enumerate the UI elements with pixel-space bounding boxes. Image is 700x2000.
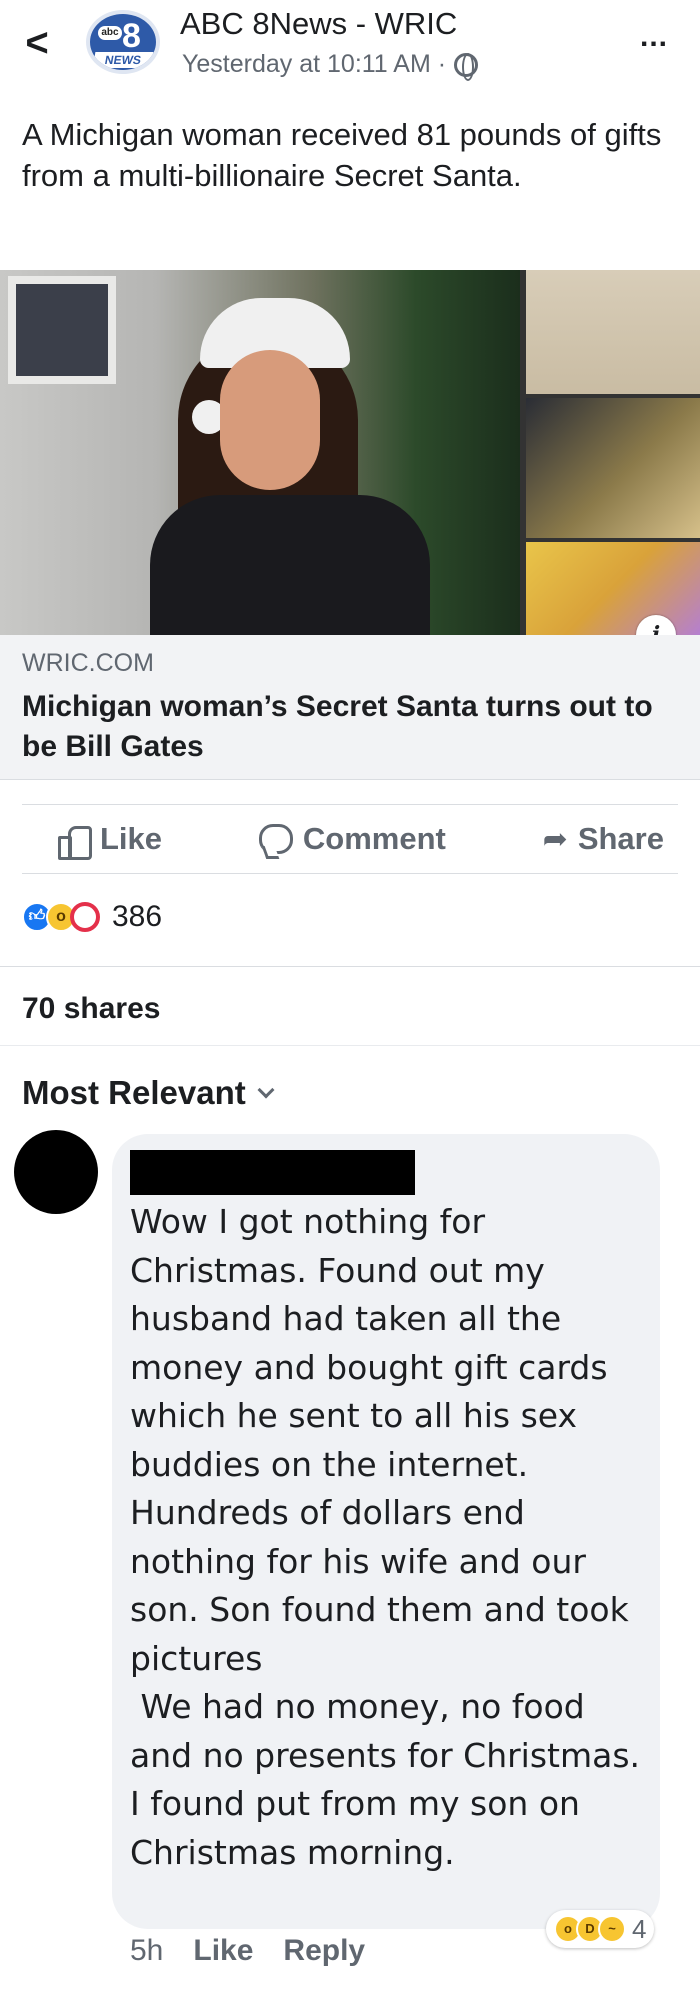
comment-text: Wow I got nothing for Christmas. Found o…	[130, 1202, 641, 1872]
main-photo	[0, 270, 520, 635]
reactions-summary[interactable]: 👍︎ o 386	[22, 900, 162, 934]
comment-bubble-icon	[258, 824, 293, 854]
love-reaction-icon	[70, 902, 100, 932]
link-caption[interactable]: WRIC.COM Michigan woman’s Secret Santa t…	[0, 635, 700, 780]
page-avatar-logo[interactable]: abc 8 NEWS	[86, 10, 160, 74]
post-header: < abc 8 NEWS ABC 8News - WRIC Yesterday …	[0, 0, 700, 100]
photo-person-shirt	[150, 495, 430, 635]
comment-reaction-count: 4	[632, 1913, 647, 1944]
commenter-avatar[interactable]	[14, 1130, 98, 1214]
redacted-commenter-name	[130, 1150, 415, 1195]
comment-meta: 5h Like Reply	[130, 1934, 365, 1968]
photo-person-face	[220, 350, 320, 490]
link-title: Michigan woman’s Secret Santa turns out …	[22, 690, 653, 763]
logo-news-text: NEWS	[92, 52, 154, 68]
thumbs-up-icon	[58, 824, 92, 860]
wall-frame-decoration	[8, 276, 116, 384]
comment-reactions[interactable]: o D ~ 4	[546, 1910, 655, 1948]
link-domain: WRIC.COM	[22, 649, 154, 677]
globe-icon	[454, 52, 479, 81]
link-preview-image[interactable]	[0, 270, 700, 635]
post-action-bar: Like Comment ➦ Share	[22, 804, 678, 874]
reaction-icons: 👍︎ o	[22, 902, 100, 932]
reaction-count: 386	[112, 900, 163, 933]
chevron-down-icon	[257, 1081, 275, 1099]
logo-number-text: 8	[122, 17, 141, 55]
comment-like-button[interactable]: Like	[193, 1934, 253, 1968]
post-timestamp-row: Yesterday at 10:11 AM ·	[182, 50, 479, 81]
back-button[interactable]: <	[22, 18, 52, 68]
share-button[interactable]: ➦ Share	[543, 821, 664, 857]
page-name-link[interactable]: ABC 8News - WRIC	[180, 6, 457, 42]
post-text: A Michigan woman received 81 pounds of g…	[22, 117, 662, 193]
comment-button[interactable]: Comment	[258, 821, 446, 857]
like-label: Like	[100, 821, 163, 856]
more-options-button[interactable]: ...	[640, 20, 668, 54]
gift-cards-photo	[526, 542, 700, 635]
letter-photo	[526, 270, 700, 394]
comment-time[interactable]: 5h	[130, 1934, 163, 1968]
logo-abc-text: abc	[98, 26, 122, 40]
divider	[0, 966, 700, 967]
divider	[0, 1045, 700, 1046]
share-arrow-icon: ➦	[542, 822, 568, 856]
post-timestamp[interactable]: Yesterday at 10:11 AM ·	[182, 50, 446, 79]
sort-label: Most Relevant	[22, 1074, 246, 1111]
like-button[interactable]: Like	[58, 821, 163, 860]
gift-box-photo	[526, 398, 700, 538]
sad-reaction-icon: ~	[598, 1915, 626, 1943]
comment-sort-dropdown[interactable]: Most Relevant	[22, 1074, 275, 1112]
comment-reply-button[interactable]: Reply	[283, 1934, 365, 1968]
comment-label: Comment	[302, 821, 446, 856]
shares-count[interactable]: 70 shares	[22, 992, 160, 1026]
share-label: Share	[577, 821, 664, 856]
